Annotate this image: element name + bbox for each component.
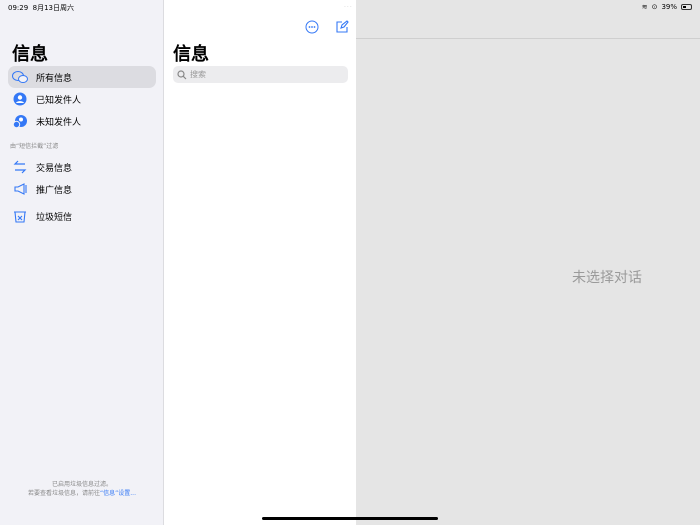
sidebar-item-label: 未知发件人 — [36, 117, 82, 128]
sidebar-item-label: 垃圾短信 — [36, 212, 73, 223]
sidebar-item-label: 推广信息 — [36, 185, 73, 196]
wifi-icon: ≋ — [641, 3, 648, 11]
time: 09:29 — [8, 4, 29, 12]
megaphone-icon — [12, 181, 28, 197]
status-bar-time: 09:29 8月13日周六 — [8, 3, 74, 13]
sidebar-item-transactions[interactable]: 交易信息 — [8, 156, 156, 178]
battery-icon — [681, 4, 692, 10]
sidebar-item-promotions[interactable]: 推广信息 — [8, 178, 156, 200]
battery-percent: 39% — [661, 3, 677, 11]
messages-settings-link[interactable]: “信息”设置... — [100, 490, 136, 497]
junk-filter-notice: 已启用垃圾信息过滤。 若要查看垃圾信息，请前往“信息”设置... — [0, 480, 164, 498]
sidebar-item-unknown-senders[interactable]: 未知发件人 — [8, 110, 156, 132]
more-options-button[interactable] — [305, 19, 319, 34]
search-icon — [177, 69, 187, 79]
chat-bubbles-icon — [12, 69, 28, 85]
sidebar-item-label: 所有信息 — [36, 73, 73, 84]
compose-button[interactable] — [335, 19, 349, 33]
junk-bin-icon — [12, 208, 28, 224]
arrows-exchange-icon — [12, 159, 28, 175]
date: 8月13日周六 — [32, 4, 75, 12]
sidebar-item-known-senders[interactable]: 已知发件人 — [8, 88, 156, 110]
sidebar-item-junk[interactable]: 垃圾短信 — [8, 205, 156, 227]
notice-line: 已启用垃圾信息过滤。 — [51, 481, 112, 488]
sidebar-item-label: 已知发件人 — [36, 95, 82, 106]
search-placeholder: 搜索 — [190, 70, 206, 79]
sidebar-item-all-messages[interactable]: 所有信息 — [8, 66, 156, 88]
conversation-detail — [356, 0, 700, 525]
home-indicator[interactable] — [262, 517, 438, 520]
multitasking-dots[interactable]: ··· — [344, 4, 353, 11]
sidebar: 信息 所有信息 已知发件人 未知发件人 由“短信拦截”过滤 交易信息 推广信息 … — [0, 0, 164, 525]
status-bar-right: ≋ ⊙ 39% — [642, 3, 692, 11]
orientation-lock-icon: ⊙ — [651, 3, 658, 11]
notice-line: 若要查看垃圾信息，请前往 — [28, 490, 101, 497]
filter-section-header: 由“短信拦截”过滤 — [10, 143, 59, 150]
sidebar-title: 信息 — [12, 44, 48, 65]
no-conversation-selected: 未选择对话 — [572, 270, 642, 286]
sidebar-item-label: 交易信息 — [36, 163, 73, 174]
search-input[interactable]: 搜索 — [173, 66, 348, 83]
person-question-icon — [12, 113, 28, 129]
person-circle-icon — [12, 91, 28, 107]
list-title: 信息 — [173, 44, 209, 65]
